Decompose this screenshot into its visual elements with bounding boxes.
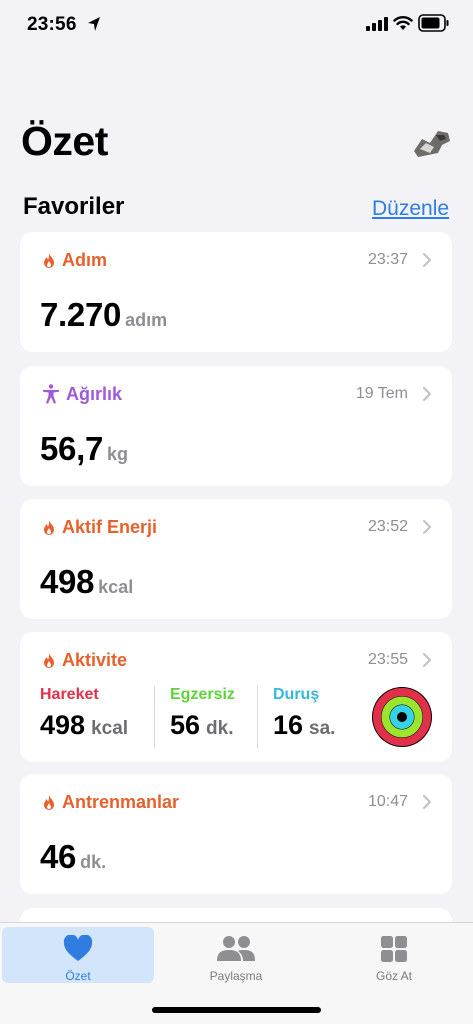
chevron-right-icon — [422, 519, 432, 535]
activity-card-label: Aktivite — [62, 649, 128, 670]
chevron-right-icon — [422, 252, 432, 268]
stand-unit: sa. — [309, 718, 336, 739]
workouts-card-time: 10:47 — [367, 793, 408, 810]
move-label: Hareket — [40, 686, 99, 703]
avatar[interactable] — [408, 121, 452, 161]
divider — [154, 686, 155, 748]
weight-card-label: Ağırlık — [66, 383, 123, 404]
weight-card-time: 19 Tem — [355, 385, 408, 402]
move-stat: Hareket 498 kcal — [40, 686, 128, 741]
active-energy-card-header: Aktif Enerji — [42, 515, 157, 539]
stand-label: Duruş — [273, 686, 320, 703]
status-time: 23:56 — [27, 14, 77, 35]
status-bar: 23:56 — [0, 0, 473, 50]
body-figure-icon — [43, 384, 59, 404]
tab-sharing[interactable]: Paylaşma — [160, 927, 312, 983]
favorites-title: Favoriler — [23, 193, 125, 220]
steps-card[interactable]: Adım 23:37 7.270 adım — [20, 232, 452, 352]
tab-sharing-label: Paylaşma — [209, 969, 263, 983]
active-energy-value: 498 — [40, 563, 95, 600]
workouts-card-header: Antrenmanlar — [42, 790, 179, 814]
stand-stat: Duruş 16 sa. — [273, 686, 335, 741]
steps-card-label: Adım — [62, 249, 107, 270]
edit-favorites-link[interactable]: Düzenle — [372, 197, 449, 221]
flame-icon — [44, 519, 54, 535]
weight-value: 56,7 — [40, 430, 104, 467]
workouts-unit: dk. — [80, 852, 107, 872]
weight-card[interactable]: Ağırlık 19 Tem 56,7 kg — [20, 366, 452, 486]
workouts-card[interactable]: Antrenmanlar 10:47 46 dk. — [20, 774, 452, 894]
workouts-card-value: 46 dk. — [40, 838, 106, 876]
activity-card-header: Aktivite — [42, 648, 127, 672]
steps-card-time: 23:37 — [367, 251, 408, 268]
active-energy-card-time: 23:52 — [367, 518, 408, 535]
active-energy-card[interactable]: Aktif Enerji 23:52 498 kcal — [20, 499, 452, 619]
flame-icon — [44, 794, 54, 810]
steps-value: 7.270 — [40, 296, 122, 333]
steps-unit: adım — [125, 310, 168, 330]
people-icon — [217, 936, 255, 961]
move-value: 498 — [40, 710, 86, 740]
exercise-stat: Egzersiz 56 dk. — [170, 686, 235, 741]
flame-icon — [44, 252, 54, 268]
page-title: Özet — [21, 118, 108, 164]
tab-summary-label: Özet — [65, 969, 91, 983]
exercise-value: 56 — [170, 710, 201, 740]
activity-rings-icon — [372, 687, 432, 747]
grid-icon — [381, 936, 407, 962]
divider — [257, 686, 258, 748]
activity-card-time: 23:55 — [367, 651, 408, 668]
steps-card-header: Adım — [42, 248, 107, 272]
weight-card-header: Ağırlık — [42, 382, 122, 406]
battery-icon — [418, 14, 449, 32]
wifi-icon — [393, 16, 413, 30]
flame-icon — [44, 652, 54, 668]
heart-icon — [63, 935, 93, 961]
workouts-value: 46 — [40, 838, 77, 875]
weight-card-value: 56,7 kg — [40, 430, 128, 468]
cellular-signal-icon — [366, 17, 388, 31]
chevron-right-icon — [422, 794, 432, 810]
exercise-unit: dk. — [206, 718, 234, 739]
location-arrow-icon — [88, 17, 100, 31]
chevron-right-icon — [422, 386, 432, 402]
tab-browse-label: Göz At — [375, 969, 413, 983]
active-energy-card-label: Aktif Enerji — [62, 516, 158, 537]
workouts-card-label: Antrenmanlar — [62, 791, 180, 812]
tab-browse[interactable]: Göz At — [318, 927, 470, 983]
active-energy-card-value: 498 kcal — [40, 563, 133, 601]
move-unit: kcal — [91, 718, 129, 739]
home-indicator — [152, 1007, 321, 1013]
stand-value: 16 — [273, 710, 304, 740]
chevron-right-icon — [422, 652, 432, 668]
steps-card-value: 7.270 adım — [40, 296, 167, 334]
weight-unit: kg — [107, 444, 129, 464]
exercise-label: Egzersiz — [170, 686, 235, 703]
tab-summary[interactable]: Özet — [2, 927, 154, 983]
activity-card[interactable]: Aktivite 23:55 Hareket 498 kcal Egzersiz… — [20, 632, 452, 762]
active-energy-unit: kcal — [98, 577, 134, 597]
